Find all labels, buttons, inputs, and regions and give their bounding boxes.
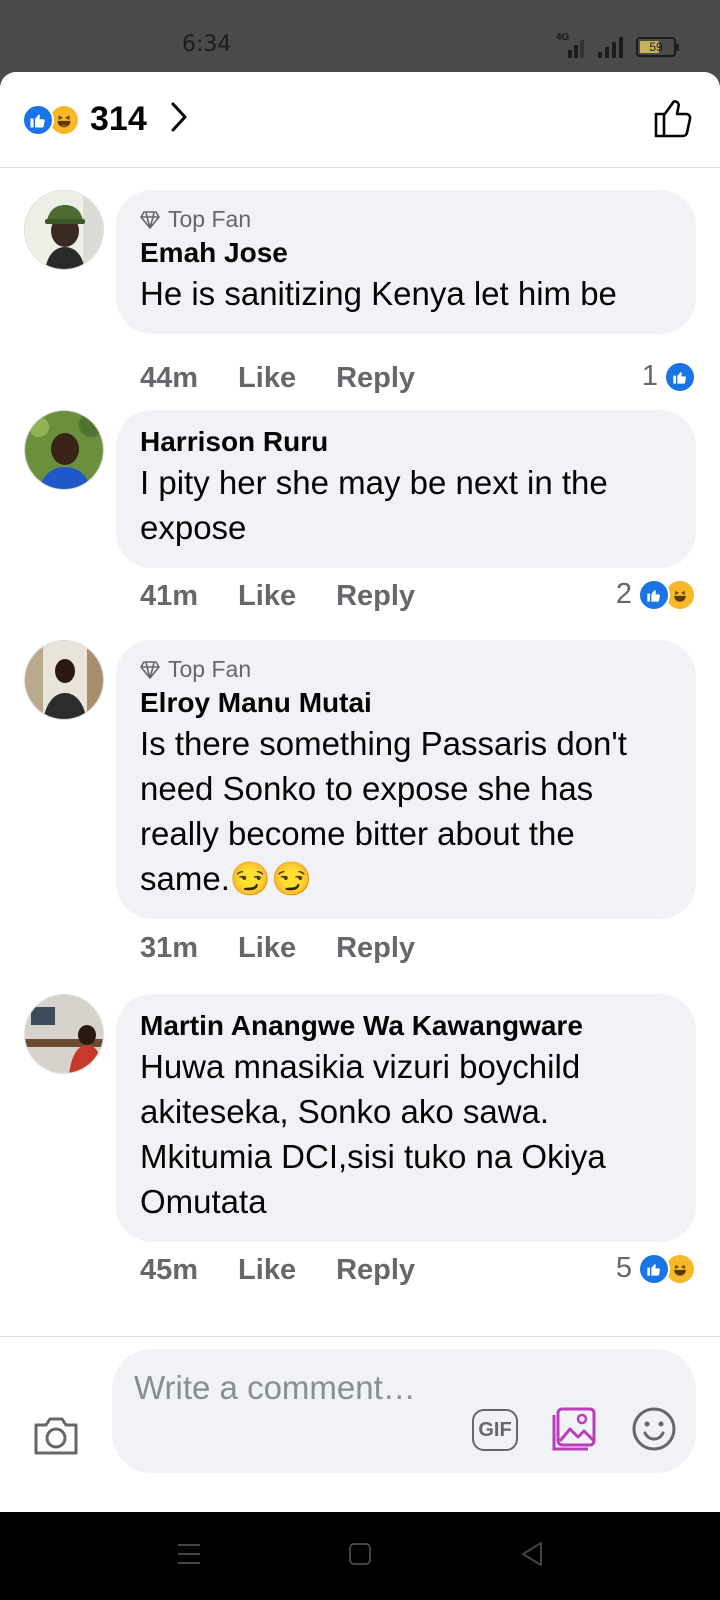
comment-bubble[interactable]: Top Fan Emah Jose He is sanitizing Kenya… — [116, 190, 696, 334]
like-button[interactable]: Like — [238, 362, 296, 395]
top-fan-badge: Top Fan — [140, 656, 672, 683]
avatar[interactable] — [24, 410, 104, 490]
comment-time[interactable]: 44m — [140, 362, 198, 395]
status-time: 6:34 — [182, 32, 232, 57]
comment-author[interactable]: Harrison Ruru — [140, 426, 672, 458]
comment-time[interactable]: 31m — [140, 932, 198, 965]
comment-text: Huwa mnasikia vizuri boychild akiteseka,… — [140, 1048, 606, 1220]
reply-button[interactable]: Reply — [336, 580, 415, 613]
comment-input[interactable] — [134, 1367, 434, 1457]
comment-actions: 31m Like Reply — [140, 932, 415, 965]
avatar[interactable] — [24, 994, 104, 1074]
system-nav-bar — [0, 1512, 720, 1600]
like-post-button[interactable] — [652, 96, 696, 145]
status-icons: 4G 59 — [556, 32, 679, 58]
reaction-count: 2 — [615, 578, 632, 610]
gif-button[interactable]: GIF — [472, 1409, 518, 1451]
comment-reactions[interactable]: 2 — [616, 578, 696, 611]
square-icon — [349, 1543, 371, 1565]
comment-author[interactable]: Emah Jose — [140, 237, 672, 269]
like-icon — [664, 360, 696, 393]
smiley-icon — [632, 1407, 676, 1451]
comment-actions: 41m Like Reply — [140, 580, 415, 613]
camera-icon — [34, 1417, 78, 1455]
reply-button[interactable]: Reply — [336, 1254, 415, 1287]
like-icon — [638, 578, 670, 611]
comment-reactions[interactable]: 1 — [642, 360, 696, 393]
camera-button[interactable] — [32, 1415, 80, 1462]
avatar[interactable] — [24, 190, 104, 270]
home-button[interactable] — [348, 1542, 372, 1571]
comment-text: He is sanitizing Kenya let him be — [140, 275, 617, 312]
reactions-summary[interactable]: 314 — [22, 100, 189, 139]
comment-author[interactable]: Martin Anangwe Wa Kawangware — [140, 1010, 672, 1042]
like-button[interactable]: Like — [238, 932, 296, 965]
comment-composer: GIF — [0, 1336, 720, 1484]
menu-icon — [178, 1544, 200, 1564]
comment-bubble[interactable]: Harrison Ruru I pity her she may be next… — [116, 410, 696, 568]
comment-author[interactable]: Elroy Manu Mutai — [140, 687, 672, 719]
comment-time[interactable]: 45m — [140, 1254, 198, 1287]
diamond-icon — [140, 210, 160, 229]
like-icon — [22, 103, 54, 136]
badge-label: Top Fan — [168, 656, 252, 682]
reply-button[interactable]: Reply — [336, 932, 415, 965]
reply-button[interactable]: Reply — [336, 362, 415, 395]
comments-sheet: 314 Top Fan Emah Jose He is sanitizing K… — [0, 72, 720, 1512]
comment-bubble[interactable]: Top Fan Elroy Manu Mutai Is there someth… — [116, 640, 696, 919]
comment-reactions[interactable]: 5 — [616, 1252, 696, 1285]
top-fan-badge: Top Fan — [140, 206, 672, 233]
comment-text: Is there something Passaris don't need S… — [140, 725, 627, 897]
back-triangle-icon — [522, 1542, 542, 1566]
battery-icon: 59 — [636, 37, 679, 57]
comment-time[interactable]: 41m — [140, 580, 198, 613]
sheet-header: 314 — [0, 72, 720, 168]
comment-text: I pity her she may be next in the expose — [140, 464, 608, 546]
back-button[interactable] — [520, 1540, 544, 1573]
battery-level: 59 — [649, 40, 663, 54]
chevron-right-icon — [169, 101, 189, 138]
reaction-total: 314 — [90, 100, 147, 138]
diamond-icon — [140, 660, 160, 679]
comment-bubble[interactable]: Martin Anangwe Wa Kawangware Huwa mnasik… — [116, 994, 696, 1242]
comment-actions: 45m Like Reply — [140, 1254, 415, 1287]
like-icon — [638, 1252, 670, 1285]
network-type: 4G — [556, 32, 570, 43]
image-icon — [552, 1407, 596, 1451]
comment-input-container: GIF — [112, 1349, 696, 1473]
comment-actions: 44m Like Reply — [140, 362, 415, 395]
cell-signal-icon — [596, 36, 626, 58]
badge-label: Top Fan — [168, 206, 252, 232]
reaction-count: 1 — [641, 360, 658, 392]
avatar[interactable] — [24, 640, 104, 720]
status-bar: 6:34 4G 59 — [0, 0, 720, 72]
recent-apps-button[interactable] — [176, 1542, 202, 1571]
like-button[interactable]: Like — [238, 1254, 296, 1287]
mobile-signal-icon: 4G — [556, 32, 586, 58]
like-button[interactable]: Like — [238, 580, 296, 613]
emoji-button[interactable] — [630, 1405, 678, 1458]
photo-button[interactable] — [550, 1405, 598, 1458]
reaction-count: 5 — [615, 1252, 632, 1284]
thumbs-up-outline-icon — [654, 100, 692, 138]
